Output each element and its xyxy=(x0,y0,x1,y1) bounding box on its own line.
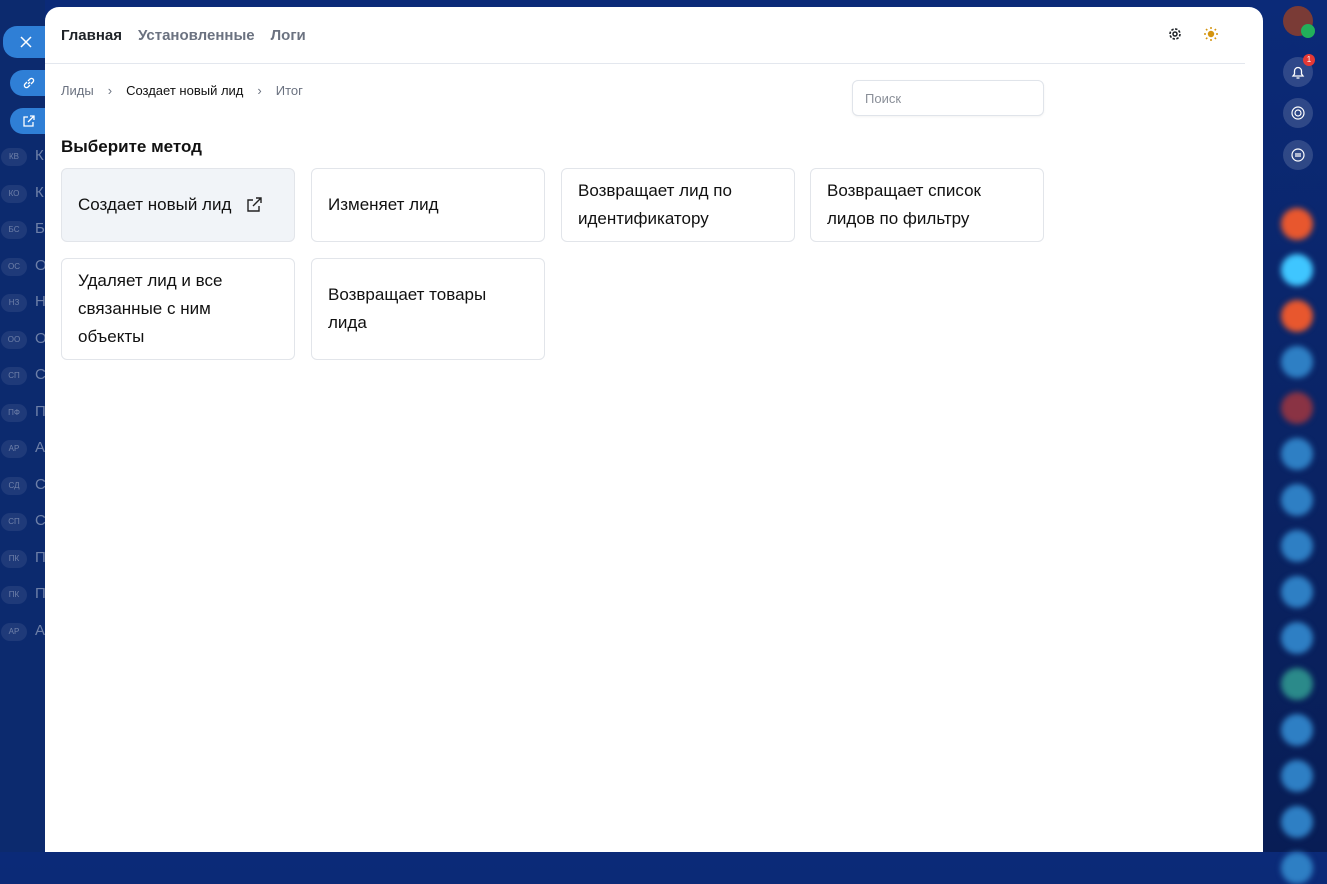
divider xyxy=(45,63,1245,64)
tab-installed[interactable]: Установленные xyxy=(138,27,255,44)
method-label: Возвращает товары лида xyxy=(328,285,487,332)
close-icon xyxy=(19,36,32,48)
sidebar-item-label[interactable]: К xyxy=(35,147,44,164)
method-label: Возвращает лид по идентификатору xyxy=(578,181,732,228)
bell-icon xyxy=(1291,66,1305,79)
recent-chat-avatar[interactable] xyxy=(1281,346,1313,378)
method-label: Удаляет лид и все связанные с ним объект… xyxy=(78,271,223,346)
open-new-window-button[interactable] xyxy=(10,108,48,134)
method-label: Создает новый лид xyxy=(78,195,232,214)
method-card-get[interactable]: Возвращает лид по идентификатору xyxy=(561,168,795,242)
breadcrumb-result[interactable]: Итог xyxy=(276,83,303,98)
sidebar-item-avatar[interactable]: ОС xyxy=(1,257,27,276)
sidebar-item-avatar[interactable]: ОО xyxy=(1,330,27,349)
sidebar-item-avatar[interactable]: КО xyxy=(1,184,27,203)
recent-chat-avatar[interactable] xyxy=(1281,208,1313,240)
chat-swap-icon xyxy=(1291,148,1305,162)
method-card-delete[interactable]: Удаляет лид и все связанные с ним объект… xyxy=(61,258,295,360)
sidebar-item-label[interactable]: А xyxy=(35,622,45,639)
sun-icon[interactable] xyxy=(1203,26,1219,42)
search-input[interactable] xyxy=(852,80,1044,116)
sidebar-item-avatar[interactable]: СП xyxy=(1,367,27,385)
method-card-products[interactable]: Возвращает товары лида xyxy=(311,258,545,360)
sidebar-item-label[interactable]: Б xyxy=(35,220,45,237)
recent-chat-avatar[interactable] xyxy=(1281,714,1313,746)
chevron-right-icon: › xyxy=(257,83,262,98)
method-card-update[interactable]: Изменяет лид xyxy=(311,168,545,242)
copilot-button[interactable] xyxy=(1283,98,1313,128)
recent-chat-avatar[interactable] xyxy=(1281,668,1313,700)
recent-chat-avatar[interactable] xyxy=(1281,760,1313,792)
sidebar-item-avatar[interactable]: БС xyxy=(1,221,27,239)
sidebar-item-avatar[interactable]: ПК xyxy=(1,586,27,604)
sidebar-item-avatar[interactable]: АР xyxy=(1,622,27,641)
sidebar-item-avatar[interactable]: КВ xyxy=(1,148,27,166)
play-icon xyxy=(1301,24,1315,38)
sidebar-item-avatar[interactable]: АР xyxy=(1,440,27,458)
method-card-list[interactable]: Возвращает список лидов по фильтру xyxy=(810,168,1044,242)
recent-chat-avatar[interactable] xyxy=(1281,300,1313,332)
copy-link-button[interactable] xyxy=(10,70,48,96)
link-icon xyxy=(23,77,35,89)
method-label: Возвращает список лидов по фильтру xyxy=(827,181,981,228)
app-panel: Главная Установленные Логи Лиды › Создае… xyxy=(45,7,1263,852)
tab-bar: Главная Установленные Логи xyxy=(61,27,306,44)
sidebar-item-avatar[interactable]: НЗ xyxy=(1,294,27,312)
tab-main[interactable]: Главная xyxy=(61,27,122,44)
sidebar-item-label[interactable]: К xyxy=(35,184,44,201)
tab-logs[interactable]: Логи xyxy=(271,27,306,44)
recent-chat-avatar[interactable] xyxy=(1281,530,1313,562)
sidebar-item-label[interactable]: А xyxy=(35,439,45,456)
method-card-create[interactable]: Создает новый лид xyxy=(61,168,295,242)
section-title: Выберите метод xyxy=(61,137,202,156)
sidebar-item-avatar[interactable]: ПФ xyxy=(1,403,27,422)
chat-button[interactable] xyxy=(1283,140,1313,170)
recent-chat-avatar[interactable] xyxy=(1281,806,1313,838)
external-link-icon xyxy=(23,115,35,127)
notification-badge: 1 xyxy=(1303,54,1315,66)
recent-chat-avatar[interactable] xyxy=(1281,622,1313,654)
breadcrumb-leads[interactable]: Лиды xyxy=(61,83,94,98)
close-slider-button[interactable] xyxy=(3,26,48,58)
sidebar-item-avatar[interactable]: СД xyxy=(1,476,27,495)
recent-chat-avatar[interactable] xyxy=(1281,438,1313,470)
chevron-right-icon: › xyxy=(107,83,113,98)
sidebar-item-avatar[interactable]: ПК xyxy=(1,549,27,568)
external-link-icon xyxy=(247,197,263,212)
recent-chat-avatar[interactable] xyxy=(1281,576,1313,608)
recent-chat-avatar[interactable] xyxy=(1281,254,1313,286)
copilot-icon xyxy=(1291,106,1305,120)
method-label: Изменяет лид xyxy=(328,195,439,214)
recent-chat-avatar[interactable] xyxy=(1281,484,1313,516)
breadcrumb: Лиды › Создает новый лид › Итог xyxy=(61,83,303,98)
gear-icon[interactable] xyxy=(1167,26,1183,42)
breadcrumb-method[interactable]: Создает новый лид xyxy=(126,83,243,98)
recent-chat-avatar[interactable] xyxy=(1281,852,1313,884)
recent-chat-avatar[interactable] xyxy=(1281,392,1313,424)
sidebar-item-avatar[interactable]: СП xyxy=(1,513,27,531)
